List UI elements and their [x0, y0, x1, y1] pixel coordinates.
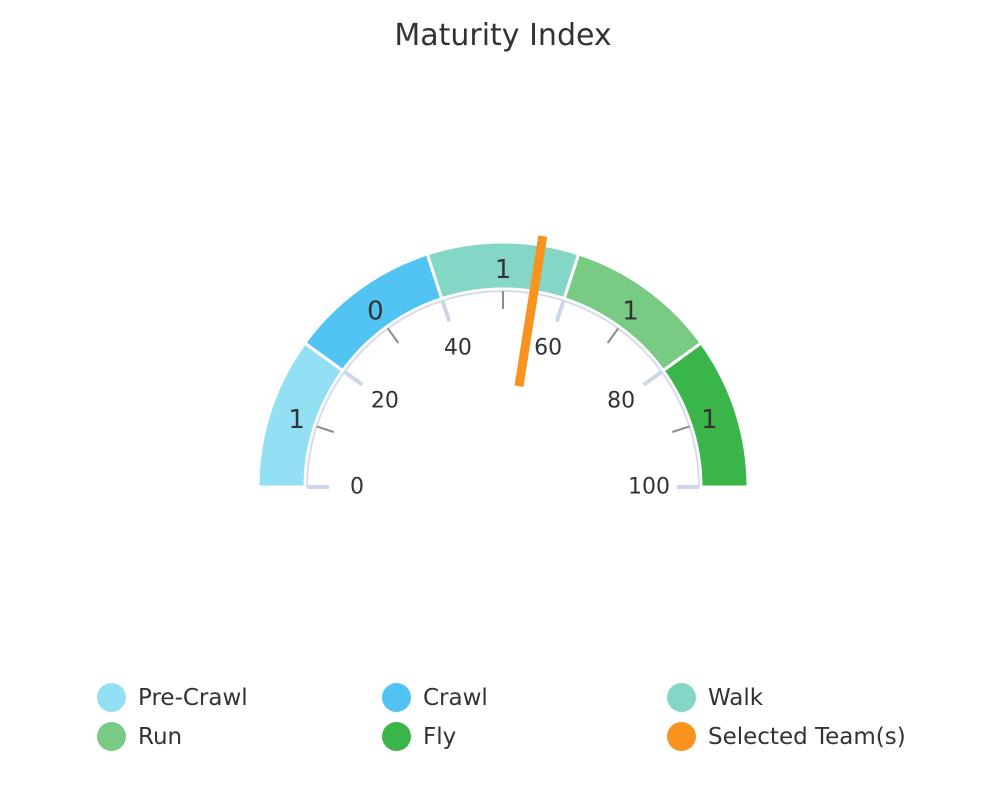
legend-label: Crawl — [423, 684, 488, 711]
gauge-minor-tick — [606, 327, 620, 344]
legend-item[interactable]: Selected Team(s) — [667, 722, 957, 751]
gauge-tick-label: 20 — [371, 389, 399, 414]
gauge-tick-label: 40 — [444, 336, 472, 361]
gauge-tick-label: 100 — [628, 475, 670, 500]
gauge-tick-label: 0 — [350, 475, 364, 500]
legend-swatch — [97, 683, 126, 712]
gauge-minor-tick — [386, 327, 400, 344]
gauge-major-tick — [642, 370, 663, 387]
legend-swatch — [382, 683, 411, 712]
legend-label: Pre-Crawl — [138, 684, 248, 711]
gauge-minor-tick — [316, 425, 335, 433]
legend-item[interactable]: Run — [97, 722, 382, 751]
legend-item[interactable]: Walk — [667, 683, 957, 712]
legend-label: Fly — [423, 723, 457, 750]
gauge-tick-label: 80 — [607, 389, 635, 414]
gauge-bands: 1 0 1 1 1 — [256, 240, 750, 489]
legend-label: Walk — [708, 684, 764, 711]
gauge-major-tick — [343, 370, 364, 387]
legend-item[interactable]: Fly — [382, 722, 667, 751]
legend-item[interactable]: Pre-Crawl — [97, 683, 382, 712]
legend-swatch — [667, 683, 696, 712]
legend-swatch — [382, 722, 411, 751]
gauge-band-label: 0 — [367, 296, 384, 326]
legend-label: Run — [138, 723, 183, 750]
gauge-band-label: 1 — [288, 405, 305, 435]
legend-swatch — [97, 722, 126, 751]
gauge-band-label: 1 — [495, 255, 512, 285]
gauge-band-label: 1 — [701, 405, 718, 435]
gauge-chart: 1 0 1 1 1 0 20 40 60 80 100 — [256, 235, 750, 500]
legend-label: Selected Team(s) — [708, 723, 906, 750]
gauge-major-tick — [440, 299, 452, 323]
legend-swatch — [667, 722, 696, 751]
gauge-minor-tick — [671, 425, 690, 433]
legend: Pre-Crawl Crawl Walk Run Fly Selected Team(s) — [97, 683, 957, 751]
gauge-major-tick — [554, 299, 566, 323]
gauge-band-label: 1 — [622, 296, 639, 326]
legend-item[interactable]: Crawl — [382, 683, 667, 712]
gauge-tick-label: 60 — [534, 336, 562, 361]
